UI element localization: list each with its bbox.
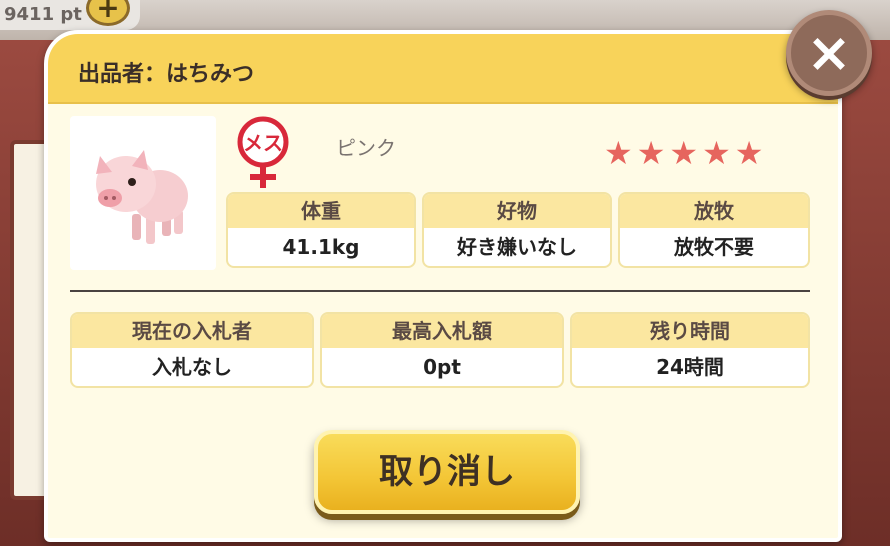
close-button[interactable]: × bbox=[786, 10, 872, 96]
cancel-listing-button[interactable]: 取り消し bbox=[314, 430, 580, 514]
svg-text:メス: メス bbox=[243, 131, 283, 155]
auction-value: 入札なし bbox=[152, 355, 232, 379]
auction-current-bidder: 現在の入札者 入札なし bbox=[70, 312, 314, 388]
stat-grazing: 放牧 放牧不要 bbox=[618, 192, 810, 268]
auction-value: 24時間 bbox=[656, 355, 724, 379]
stat-favorite: 好物 好き嫌いなし bbox=[422, 192, 612, 268]
pig-color-label: ピンク bbox=[336, 136, 396, 160]
stat-weight: 体重 41.1kg bbox=[226, 192, 416, 268]
divider bbox=[70, 290, 810, 292]
stat-label: 好物 bbox=[424, 194, 610, 228]
dialog-header: 出品者：はちみつ bbox=[48, 34, 838, 104]
stat-value: 41.1kg bbox=[282, 235, 360, 259]
pig-icon bbox=[96, 150, 188, 244]
dialog-title: 出品者：はちみつ bbox=[78, 62, 255, 87]
auction-dialog: 出品者：はちみつ メス ピンク ★★★★★ 体重 41.1kg 好物 好き嫌いな… bbox=[44, 30, 842, 542]
auction-label: 残り時間 bbox=[572, 314, 808, 348]
pig-image bbox=[70, 116, 216, 270]
close-icon: × bbox=[806, 21, 852, 84]
stat-value: 放牧不要 bbox=[674, 235, 754, 259]
stat-label: 放牧 bbox=[620, 194, 808, 228]
auction-value: 0pt bbox=[423, 355, 461, 379]
female-gender-icon: メス bbox=[234, 114, 292, 192]
auction-highest-bid: 最高入札額 0pt bbox=[320, 312, 564, 388]
auction-time-remaining: 残り時間 24時間 bbox=[570, 312, 810, 388]
auction-label: 現在の入札者 bbox=[72, 314, 312, 348]
stat-label: 体重 bbox=[228, 194, 414, 228]
rating-stars: ★★★★★ bbox=[604, 134, 768, 172]
auction-label: 最高入札額 bbox=[322, 314, 562, 348]
stat-value: 好き嫌いなし bbox=[457, 235, 577, 259]
